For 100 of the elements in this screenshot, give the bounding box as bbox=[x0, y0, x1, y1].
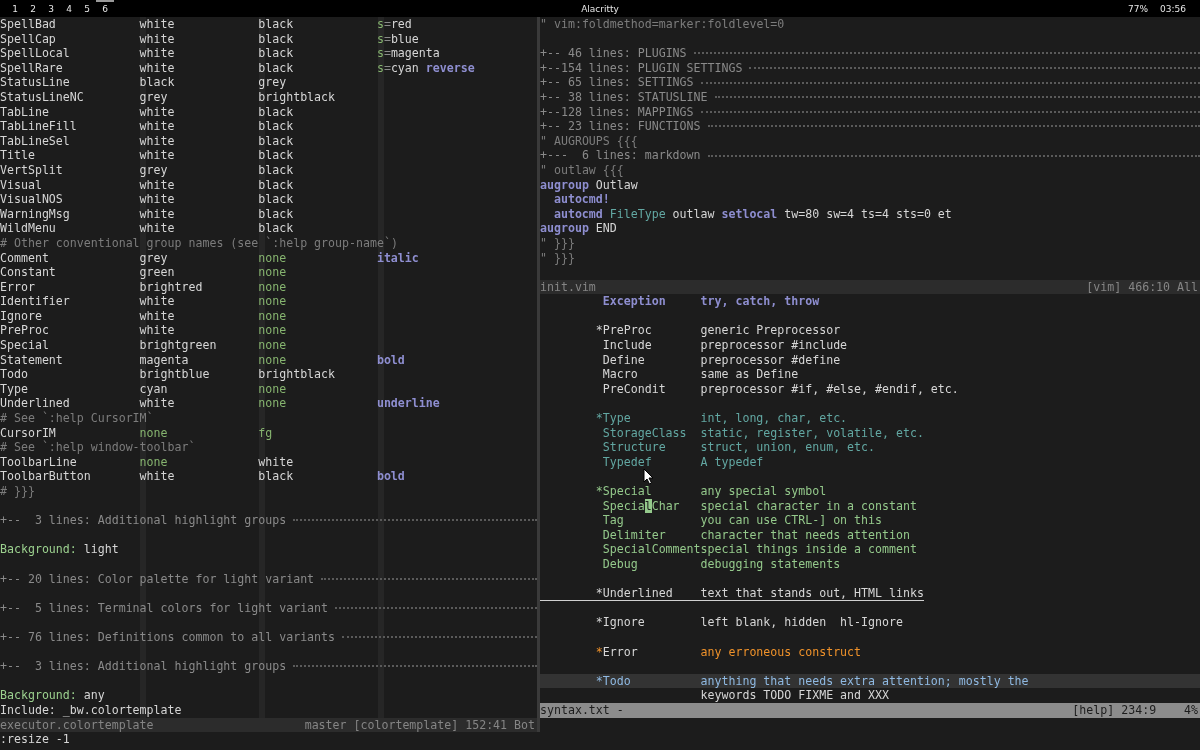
workspace-tab[interactable]: 5 bbox=[78, 0, 96, 16]
background-value: none bbox=[258, 265, 287, 280]
group-name: Identifier bbox=[0, 294, 70, 309]
mouse-pointer-icon bbox=[643, 468, 654, 485]
help-tag: Char bbox=[651, 498, 680, 514]
foreground-value: white bbox=[139, 104, 175, 120]
foreground-value: white bbox=[139, 323, 175, 339]
background-value: black bbox=[258, 221, 294, 236]
help-tag: *Todo bbox=[595, 673, 631, 689]
fold-text: +-- 76 lines: Definitions common to all variants bbox=[0, 629, 336, 645]
help-tag: Define bbox=[602, 352, 645, 368]
help-tag: Tag bbox=[602, 513, 624, 528]
attribute-value: underline bbox=[376, 396, 440, 412]
attribute-value: s bbox=[376, 17, 384, 32]
group-name: Ignore bbox=[0, 308, 42, 324]
background-value: black bbox=[258, 148, 294, 163]
help-tag: Include bbox=[602, 338, 652, 353]
background-value: none bbox=[258, 279, 287, 295]
help-description: try, catch, throw bbox=[700, 294, 820, 309]
foreground-value: white bbox=[139, 148, 175, 163]
command-line: :resize -1 bbox=[0, 732, 70, 747]
fold-text: +--- 6 lines: markdown bbox=[540, 148, 701, 163]
fold-text: +--154 lines: PLUGIN SETTINGS bbox=[540, 60, 743, 76]
group-name: ToolbarButton bbox=[0, 469, 91, 484]
foreground-value: white bbox=[139, 469, 175, 484]
group-name: Error bbox=[0, 279, 35, 295]
comment-text: " }}} bbox=[540, 235, 575, 251]
foreground-value: white bbox=[139, 133, 175, 149]
attribute-value: blue bbox=[390, 31, 419, 47]
text-cursor: l bbox=[644, 498, 652, 514]
attribute-value: red bbox=[390, 17, 412, 32]
group-name: Statement bbox=[0, 352, 63, 368]
workspace-tab[interactable]: 6 bbox=[96, 0, 114, 16]
code-token: END bbox=[595, 221, 617, 236]
help-tag: StorageClass bbox=[602, 425, 687, 441]
help-description: generic Preprocessor bbox=[700, 323, 841, 339]
foreground-value: brightred bbox=[139, 279, 203, 295]
help-tag: PreCondit bbox=[602, 381, 666, 397]
help-tag: *Type bbox=[595, 411, 631, 426]
background-value: none bbox=[258, 396, 287, 412]
group-name: ToolbarLine bbox=[0, 454, 77, 470]
group-name: TabLine bbox=[0, 104, 49, 120]
background-value: black bbox=[258, 104, 294, 120]
background-value: none bbox=[258, 250, 287, 266]
comment-text: # }}} bbox=[0, 484, 35, 499]
battery-level: 77% bbox=[1128, 3, 1149, 14]
attribute-value: s bbox=[376, 60, 384, 76]
help-tag: Macro bbox=[602, 367, 638, 382]
foreground-value: white bbox=[139, 119, 175, 134]
group-name: CursorIM bbox=[0, 425, 56, 440]
help-description: character that needs attention bbox=[700, 527, 910, 543]
code-token: tw=80 sw=4 ts=4 sts=0 et bbox=[784, 206, 952, 222]
attribute-value: s bbox=[376, 46, 384, 61]
help-description: same as Define bbox=[700, 367, 799, 382]
workspace-tab[interactable]: 3 bbox=[42, 0, 60, 16]
help-description: anything that needs extra attention; mostly the bbox=[700, 673, 1029, 689]
help-tag: *Special bbox=[595, 484, 652, 499]
help-description: debugging statements bbox=[700, 556, 841, 572]
background-value: black bbox=[258, 31, 294, 47]
fold-text: +-- 38 lines: STATUSLINE bbox=[540, 89, 708, 105]
comment-text: # Other conventional group names (see `:help group-name`) bbox=[0, 235, 398, 251]
help-tag: SpecialComment bbox=[602, 542, 701, 557]
attribute-value: reverse bbox=[425, 60, 475, 76]
group-name: WarningMsg bbox=[0, 206, 70, 222]
file-name: syntax.txt - bbox=[540, 702, 624, 718]
foreground-value: magenta bbox=[139, 352, 189, 368]
help-description: keywords TODO FIXME and XXX bbox=[700, 688, 889, 703]
window-title: Alacritty bbox=[581, 3, 619, 14]
foreground-value: white bbox=[139, 206, 175, 222]
workspace-tab[interactable]: 4 bbox=[60, 0, 78, 16]
help-tag: *Underlined bbox=[595, 586, 673, 600]
group-name: Type bbox=[0, 381, 28, 397]
foreground-value: white bbox=[139, 308, 175, 324]
workspace-tab[interactable]: 2 bbox=[24, 0, 42, 16]
workspace-tab[interactable]: 1 bbox=[6, 0, 24, 16]
help-description: static, register, volatile, etc. bbox=[700, 425, 924, 441]
foreground-value: green bbox=[139, 265, 175, 280]
file-name: init.vim bbox=[540, 279, 596, 295]
help-tag: * bbox=[595, 644, 603, 660]
foreground-value: white bbox=[139, 31, 175, 47]
background-value: none bbox=[258, 338, 287, 353]
group-name: VertSplit bbox=[0, 162, 63, 178]
help-tag: Structure bbox=[602, 440, 666, 455]
help-tag: *Ignore bbox=[595, 615, 645, 630]
code-token: Outlaw bbox=[595, 177, 638, 193]
group-name: SpellBad bbox=[0, 17, 56, 32]
setting-value: light bbox=[83, 542, 119, 557]
group-name: SpellCap bbox=[0, 31, 56, 47]
help-description: int, long, char, etc. bbox=[700, 411, 848, 426]
help-description: preprocessor #include bbox=[700, 338, 848, 353]
fold-text: +-- 3 lines: Additional highlight groups bbox=[0, 513, 287, 528]
foreground-value: cyan bbox=[139, 381, 168, 397]
code-token: FileType bbox=[609, 206, 666, 222]
foreground-value: none bbox=[139, 454, 168, 470]
foreground-value: black bbox=[139, 75, 175, 90]
background-value: black bbox=[258, 206, 294, 222]
group-name: SpellRare bbox=[0, 60, 63, 76]
background-value: black bbox=[258, 60, 294, 76]
cursor-position: [help] 234:9 bbox=[1072, 702, 1157, 718]
background-value: fg bbox=[258, 425, 273, 441]
